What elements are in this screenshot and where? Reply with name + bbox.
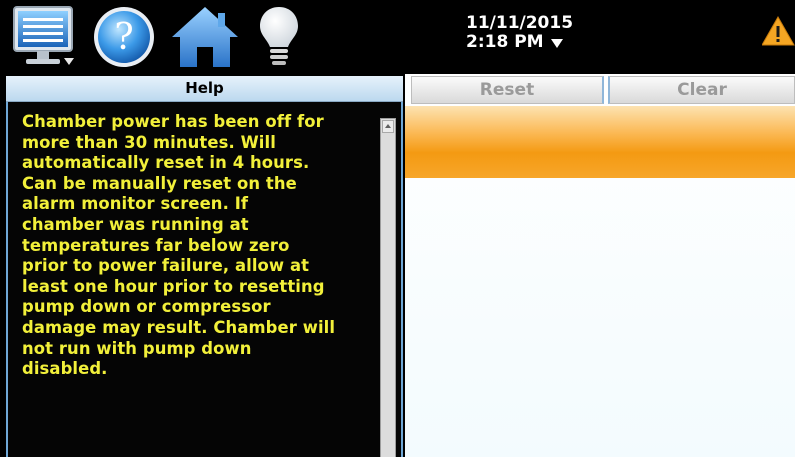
alarm-button-row: Reset Clear	[405, 76, 795, 104]
scroll-up-button[interactable]	[382, 120, 394, 133]
clear-button[interactable]: Clear	[608, 76, 795, 104]
date-time-display[interactable]: 11/11/2015 2:18 PM	[466, 14, 573, 52]
chevron-down-icon[interactable]	[550, 38, 563, 48]
top-toolbar: ? 11/11/2015 2:18 PM	[0, 0, 795, 74]
home-icon[interactable]	[170, 5, 240, 69]
date-label: 11/11/2015	[466, 13, 574, 33]
controller-screen: ? 11/11/2015 2:18 PM Help Chamber power …	[0, 0, 795, 457]
help-icon[interactable]: ?	[92, 5, 156, 69]
help-panel-title: Help	[6, 76, 403, 102]
selected-alarm-row[interactable]	[405, 106, 795, 178]
help-message-text: Chamber power has been off for more than…	[22, 112, 336, 379]
light-bulb-icon[interactable]	[258, 5, 300, 69]
warning-icon[interactable]	[761, 15, 795, 46]
help-scrollbar[interactable]	[380, 118, 396, 457]
svg-text:?: ?	[114, 17, 133, 58]
reset-button[interactable]: Reset	[411, 76, 604, 104]
help-message-box[interactable]: Chamber power has been off for more than…	[6, 102, 403, 457]
scroll-up-icon	[385, 124, 391, 128]
help-panel: Help Chamber power has been off for more…	[0, 74, 405, 457]
time-label: 2:18 PM	[466, 32, 544, 52]
monitor-menu-icon[interactable]	[12, 5, 76, 69]
alarm-list-panel: Reset Clear	[405, 74, 795, 457]
